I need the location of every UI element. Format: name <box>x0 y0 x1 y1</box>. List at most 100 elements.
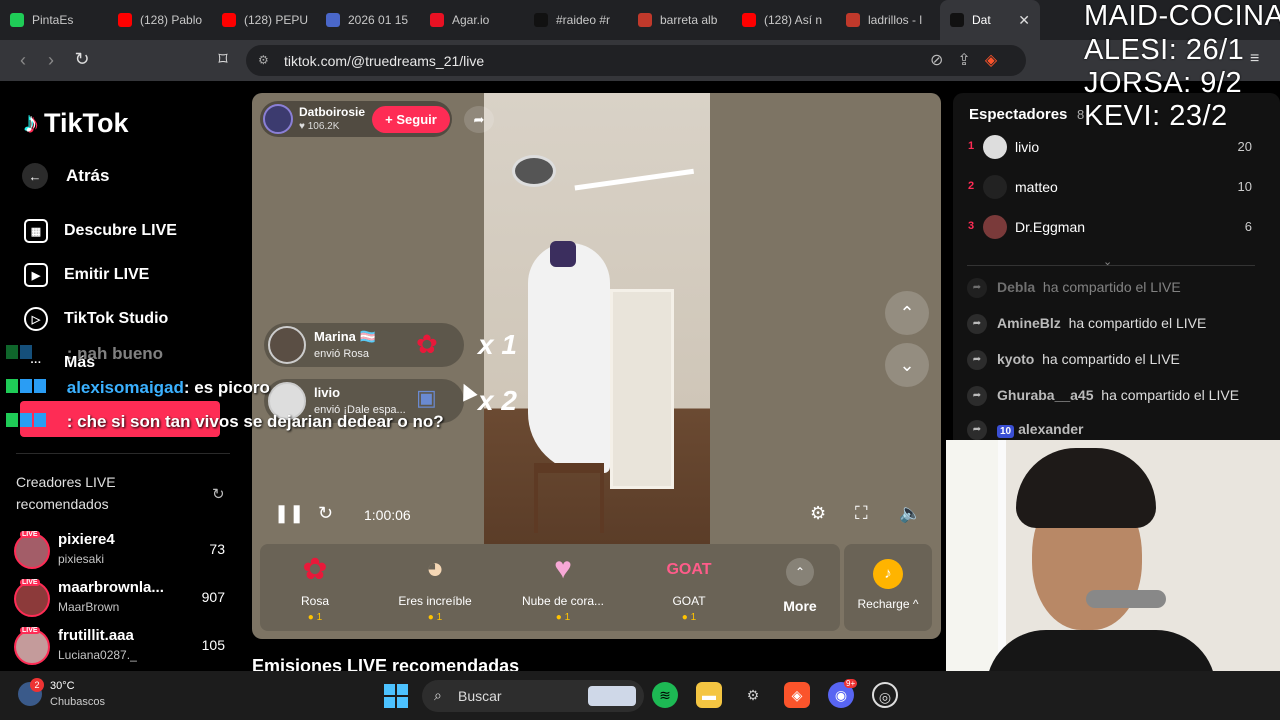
brave-browser-icon[interactable]: ◈ <box>784 682 810 708</box>
settings-icon[interactable]: ⚙ <box>810 503 826 524</box>
replay-icon[interactable]: ↻ <box>318 503 333 524</box>
viewers-title: Espectadores <box>969 106 1068 123</box>
share-user: AmineBlz <box>997 315 1061 331</box>
brave-shield-icon[interactable]: ◈ <box>985 50 997 70</box>
gift-cost: ● 1 <box>427 612 443 623</box>
goat-icon: GOAT <box>666 561 712 578</box>
share-icon[interactable]: ➦ <box>464 106 494 133</box>
arrow-left-icon: ← <box>22 163 48 189</box>
share-text: ha compartido el LIVE <box>1068 315 1207 331</box>
gift-rosa[interactable]: ✿ Rosa ● 1 <box>260 552 370 623</box>
viewer-count: 105 <box>201 637 225 653</box>
nav-tiktok-studio[interactable]: ▷ TikTok Studio <box>24 307 168 331</box>
browser-tab[interactable]: (128) PEPU <box>212 0 316 40</box>
share-page-icon[interactable]: ⇪ <box>957 50 970 70</box>
forward-icon[interactable]: › <box>36 50 66 71</box>
browser-tab[interactable]: 2026 01 15 <box>316 0 420 40</box>
coin-icon: ♪ <box>873 559 903 589</box>
url-input[interactable]: ⚙ tiktok.com/@truedreams_21/live <box>246 45 1026 76</box>
tiktok-note-icon: ♪ <box>24 107 38 138</box>
weather-widget[interactable]: 2 30°C Chubascos <box>18 678 128 712</box>
refresh-icon[interactable]: ↻ <box>212 485 225 503</box>
search-icon: ⌕ <box>434 687 442 703</box>
browser-tab[interactable]: PintaEs <box>0 0 108 40</box>
windows-start-icon[interactable] <box>384 684 408 708</box>
browser-tab[interactable]: (128) Pablo <box>108 0 212 40</box>
app-icon[interactable]: ◎ <box>872 682 898 708</box>
top-viewer-row[interactable]: 1 livio 20 <box>953 133 1280 163</box>
more-gifts-button[interactable]: ⌃ More <box>768 558 832 614</box>
next-live-button[interactable]: ⌄ <box>885 343 929 387</box>
creator-name: frutillit.aaa <box>58 627 134 644</box>
nav-descubre-live[interactable]: ▦ Descubre LIVE <box>24 219 177 243</box>
avatar <box>14 629 50 665</box>
chat-text: : che si son tan vivos se dejarian dedea… <box>66 412 444 431</box>
chat-text: : es picoro <box>183 378 270 397</box>
tab-label: (128) Pablo <box>140 13 203 27</box>
studio-icon: ▷ <box>24 307 48 331</box>
recharge-button[interactable]: ♪ Recharge ^ <box>844 544 932 631</box>
creator-handle: MaarBrown <box>58 600 120 614</box>
settings-gear-icon[interactable]: ⚙ <box>740 682 766 708</box>
fullscreen-icon[interactable]: ⛶ <box>855 503 868 524</box>
gift-goat[interactable]: GOAT GOAT ● 1 <box>634 552 744 623</box>
streamer-hair <box>1016 448 1156 528</box>
bookmark-icon[interactable]: ⌑ <box>208 49 238 70</box>
chat-message: : che si son tan vivos se dejarian dedea… <box>6 412 444 432</box>
browser-tab[interactable]: Dat ✕ <box>940 0 1040 40</box>
share-event: ➦ Debla ha compartido el LIVE <box>967 277 1267 301</box>
gift-name: Rosa <box>300 594 329 608</box>
nav-label: Emitir LIVE <box>64 266 150 283</box>
cat-icon: ◕ <box>425 552 445 585</box>
gift-multiplier: x 2 <box>478 385 517 416</box>
back-icon[interactable]: ‹ <box>8 50 38 71</box>
browser-tab[interactable]: (128) Así n <box>732 0 836 40</box>
chat-text: : nah bueno <box>66 344 164 363</box>
follow-button[interactable]: + Seguir <box>372 106 450 133</box>
back-button[interactable]: ← Atrás <box>22 163 109 189</box>
gift-nube-de-corazones[interactable]: ♥ Nube de cora... ● 1 <box>508 552 618 623</box>
door <box>610 289 674 489</box>
browser-tab[interactable]: #raideo #r <box>524 0 628 40</box>
nav-emitir-live[interactable]: ▶ Emitir LIVE <box>24 263 149 287</box>
no-video-icon[interactable]: ⊘ <box>930 50 943 70</box>
host-avatar <box>263 104 293 134</box>
tiktok-logo[interactable]: ♪ TikTok <box>24 107 129 139</box>
menu-icon[interactable]: ≡ <box>1250 50 1259 68</box>
heart-cloud-icon: ♥ <box>554 552 572 585</box>
ceiling-vent <box>512 155 556 187</box>
creator-item[interactable]: LIVE maarbrownla... MaarBrown 907 <box>14 579 229 619</box>
elapsed-time: 1:00:06 <box>364 507 411 523</box>
share-user: kyoto <box>997 351 1035 367</box>
gift-bar: ✿ Rosa ● 1 ◕ Eres increíble ● 1 ♥ Nube d… <box>260 544 840 631</box>
microphone <box>1086 590 1166 608</box>
previous-live-button[interactable]: ⌃ <box>885 291 929 335</box>
live-badge: LIVE <box>20 579 40 586</box>
expand-chevron-icon[interactable]: ⌄ <box>1103 255 1112 268</box>
live-video-player[interactable]: Datboirosie ♥ 106.2K + Seguir ➦ Marina 🏳… <box>252 93 941 639</box>
creator-item[interactable]: LIVE frutillit.aaa Luciana0287._ 105 <box>14 627 229 667</box>
reload-icon[interactable]: ↻ <box>67 49 97 70</box>
close-tab-icon[interactable]: ✕ <box>1018 12 1030 29</box>
gift-eres-increible[interactable]: ◕ Eres increíble ● 1 <box>380 552 490 623</box>
volume-icon[interactable]: 🔈 <box>899 503 921 524</box>
taskbar-search[interactable]: ⌕ Buscar <box>422 680 644 712</box>
gift-sender: Marina 🏳️‍⚧️ <box>314 329 376 344</box>
creator-item[interactable]: LIVE pixiere4 pixiesaki 73 <box>14 531 229 571</box>
rose-icon: ✿ <box>302 553 328 586</box>
tab-label: PintaEs <box>32 13 74 27</box>
browser-tab[interactable]: barreta alb <box>628 0 732 40</box>
viewer-rank: 1 <box>968 140 975 152</box>
browser-tab[interactable]: Agar.io <box>420 0 524 40</box>
top-viewer-row[interactable]: 2 matteo 10 <box>953 173 1280 203</box>
pause-icon[interactable]: ❚❚ <box>274 503 304 524</box>
nav-label: TikTok Studio <box>64 310 169 327</box>
tab-favicon-icon <box>222 13 236 27</box>
browser-tab[interactable]: ladrillos - l <box>836 0 940 40</box>
spotify-icon[interactable]: ≋ <box>652 682 678 708</box>
avatar <box>14 581 50 617</box>
file-explorer-icon[interactable]: ▬ <box>696 682 722 708</box>
weather-desc: Chubascos <box>50 696 106 708</box>
site-info-icon[interactable]: ⚙ <box>258 53 269 67</box>
top-viewer-row[interactable]: 3 Dr.Eggman 6 <box>953 213 1280 243</box>
